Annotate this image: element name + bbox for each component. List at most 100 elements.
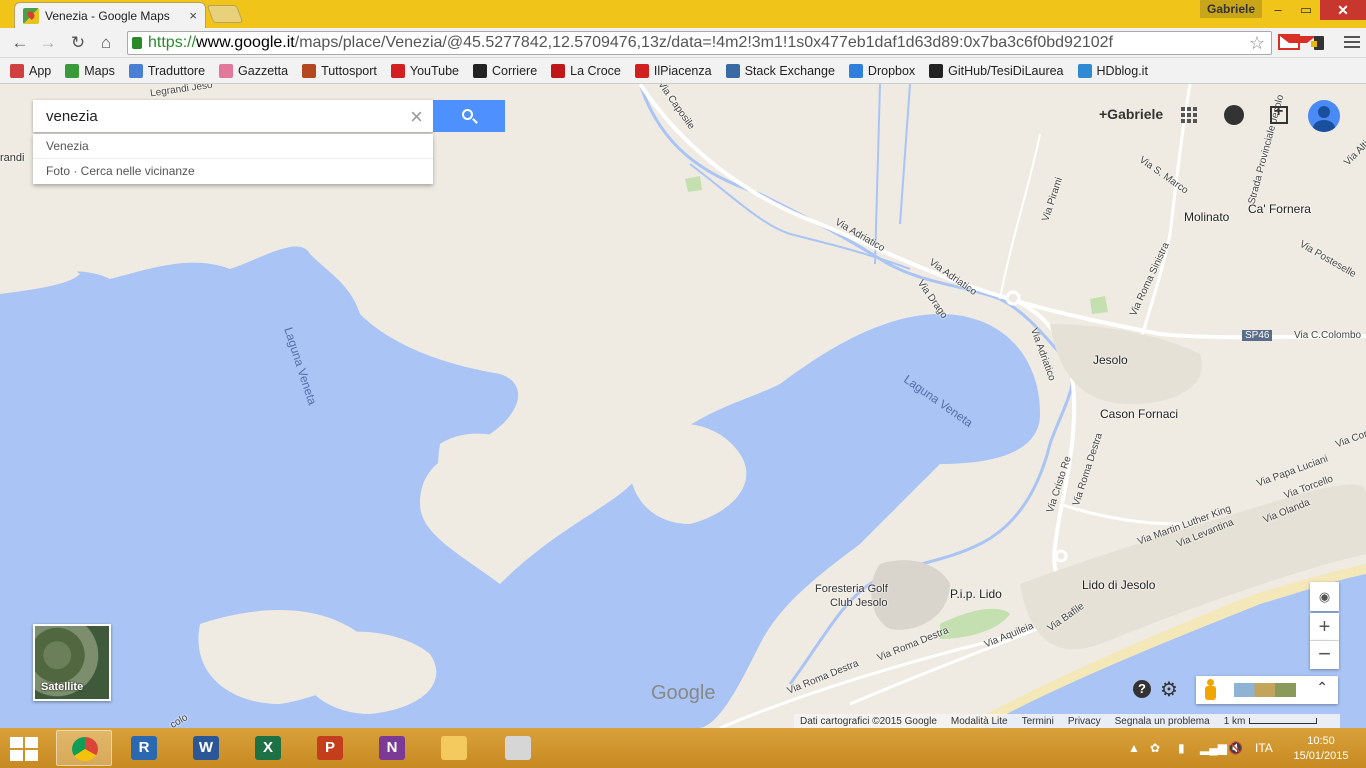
bookmark-label: Stack Exchange <box>744 63 835 78</box>
taskbar-r-button[interactable]: R <box>116 730 172 766</box>
reload-icon[interactable]: ↻ <box>66 31 90 55</box>
bookmarks-bar: App Maps Traduttore Gazzetta Tuttosport YouTu… <box>0 58 1366 84</box>
suggestion-venezia[interactable]: Venezia <box>33 134 433 159</box>
close-window-button[interactable]: ✕ <box>1320 0 1366 20</box>
bookmark-translate[interactable]: Traduttore <box>128 63 206 78</box>
bookmark-label: Dropbox <box>867 63 916 78</box>
bookmark-label: App <box>29 63 52 78</box>
new-tab-button[interactable] <box>206 5 244 23</box>
pegman-icon[interactable] <box>1204 679 1216 701</box>
google-plus-profile-link[interactable]: +Gabriele <box>1099 106 1163 122</box>
taskbar-word-button[interactable]: W <box>178 730 234 766</box>
taskbar-powerpoint-button[interactable]: P <box>302 730 358 766</box>
taskbar-chrome-button[interactable] <box>56 730 112 766</box>
clock-time: 10:50 <box>1307 735 1335 747</box>
lite-mode-link[interactable]: Modalità Lite <box>951 716 1008 727</box>
bookmark-github[interactable]: GitHub/TesiDiLaurea <box>929 63 1064 78</box>
browser-tab[interactable]: Venezia - Google Maps × <box>14 2 206 28</box>
bookmark-tuttosport[interactable]: Tuttosport <box>302 63 377 78</box>
suggestion-photos-nearby[interactable]: Foto · Cerca nelle vicinanze <box>33 159 433 184</box>
signal-icon[interactable]: ▂▄▆ <box>1200 741 1227 755</box>
bookmark-youtube[interactable]: YouTube <box>390 63 459 78</box>
zoom-in-button[interactable]: + <box>1310 613 1339 641</box>
chrome-menu-icon[interactable] <box>1344 33 1360 51</box>
bookmark-star-icon[interactable]: ☆ <box>1249 33 1265 54</box>
search-input[interactable]: venezia × <box>33 100 433 132</box>
maximize-button[interactable]: ▭ <box>1292 0 1320 20</box>
privacy-link[interactable]: Privacy <box>1068 716 1101 727</box>
bookmark-label: GitHub/TesiDiLaurea <box>948 63 1064 78</box>
satellite-view-toggle[interactable]: Satellite <box>33 624 111 701</box>
bookmark-ilpiacenza[interactable]: IlPiacenza <box>634 63 712 78</box>
profile-name-badge[interactable]: Gabriele <box>1200 0 1262 18</box>
maps-icon <box>65 63 80 78</box>
map-label-grandi: randi <box>0 152 25 164</box>
windows-start-icon[interactable] <box>10 737 40 761</box>
my-location-button[interactable]: ◉ <box>1310 582 1339 611</box>
bookmark-corriere[interactable]: Corriere <box>473 63 537 78</box>
bookmark-apps-grid[interactable]: App <box>10 63 52 78</box>
map-footer: Dati cartografici ©2015 Google Modalità … <box>794 714 1340 728</box>
minimize-button[interactable]: – <box>1264 0 1292 20</box>
extension-icon[interactable] <box>1310 34 1330 52</box>
gmail-extension-icon[interactable] <box>1278 34 1316 50</box>
forward-arrow-icon[interactable]: → <box>36 31 60 55</box>
chrome-icon <box>72 737 98 761</box>
show-hidden-icons-icon[interactable]: ▲ <box>1128 741 1140 755</box>
clear-search-icon[interactable]: × <box>410 104 423 130</box>
share-plus-icon[interactable] <box>1270 103 1288 124</box>
bookmark-maps[interactable]: Maps <box>65 63 115 78</box>
bookmark-lacroce[interactable]: La Croce <box>551 63 621 78</box>
address-bar[interactable]: https://www.google.it/maps/place/Venezia… <box>127 31 1272 55</box>
bookmark-stackexchange[interactable]: Stack Exchange <box>725 63 835 78</box>
tab-close-button[interactable]: × <box>189 8 197 23</box>
battery-icon[interactable]: ▮ <box>1178 741 1185 755</box>
avatar[interactable] <box>1308 100 1340 132</box>
network-status-icon[interactable]: ✿ <box>1150 741 1160 755</box>
report-problem-link[interactable]: Segnala un problema <box>1115 716 1210 727</box>
back-arrow-icon[interactable]: ← <box>8 31 32 55</box>
taskbar-snipping-button[interactable] <box>490 730 546 766</box>
scale-indicator[interactable]: 1 km <box>1224 716 1318 727</box>
map-label-foresteria-golf: Foresteria Golf <box>815 583 888 595</box>
street-view-imagery-bar[interactable]: ⌃ <box>1196 676 1338 704</box>
home-icon[interactable]: ⌂ <box>94 31 118 55</box>
bookmark-label: Traduttore <box>147 63 206 78</box>
windows-taskbar: RW XPN <box>0 728 1366 768</box>
taskbar-explorer-button[interactable] <box>426 730 482 766</box>
bookmark-label: Gazzetta <box>238 63 289 78</box>
scale-bar <box>1249 717 1318 724</box>
hdblog-icon <box>1077 63 1092 78</box>
snipping-icon <box>505 736 531 760</box>
settings-gear-icon[interactable]: ⚙ <box>1160 677 1178 702</box>
apps-grid-icon[interactable] <box>1181 107 1197 123</box>
map-label-pip-lido: P.i.p. Lido <box>950 587 1002 601</box>
bookmark-hdblog[interactable]: HDblog.it <box>1077 63 1148 78</box>
bookmark-dropbox[interactable]: Dropbox <box>848 63 916 78</box>
expand-chevron-icon[interactable]: ⌃ <box>1316 679 1328 696</box>
search-button[interactable] <box>433 100 505 132</box>
taskbar-onenote-button[interactable]: N <box>364 730 420 766</box>
search-query-text: venezia <box>46 107 98 125</box>
imagery-thumbnails[interactable] <box>1234 683 1296 697</box>
translate-icon <box>128 63 143 78</box>
lock-icon <box>132 37 142 49</box>
bookmark-gazzetta[interactable]: Gazzetta <box>219 63 289 78</box>
browser-title-bar: Venezia - Google Maps × Gabriele – ▭ ✕ <box>0 0 1366 28</box>
system-clock[interactable]: 10:50 15/01/2015 <box>1290 734 1352 764</box>
excel-icon: X <box>255 736 281 760</box>
zoom-out-button[interactable]: − <box>1310 641 1339 669</box>
word-icon: W <box>193 736 219 760</box>
terms-link[interactable]: Termini <box>1022 716 1054 727</box>
search-icon <box>462 109 473 120</box>
search-suggestions: Venezia Foto · Cerca nelle vicinanze <box>33 134 433 184</box>
taskbar-excel-button[interactable]: X <box>240 730 296 766</box>
stackexchange-icon <box>725 63 740 78</box>
notifications-bell-icon[interactable] <box>1224 105 1244 125</box>
volume-muted-icon[interactable]: 🔇 <box>1228 741 1243 755</box>
google-logo: Google <box>651 682 716 704</box>
help-icon[interactable]: ? <box>1133 680 1151 698</box>
onenote-icon: N <box>379 736 405 760</box>
ilpiacenza-icon <box>634 63 649 78</box>
input-language[interactable]: ITA <box>1255 741 1273 755</box>
